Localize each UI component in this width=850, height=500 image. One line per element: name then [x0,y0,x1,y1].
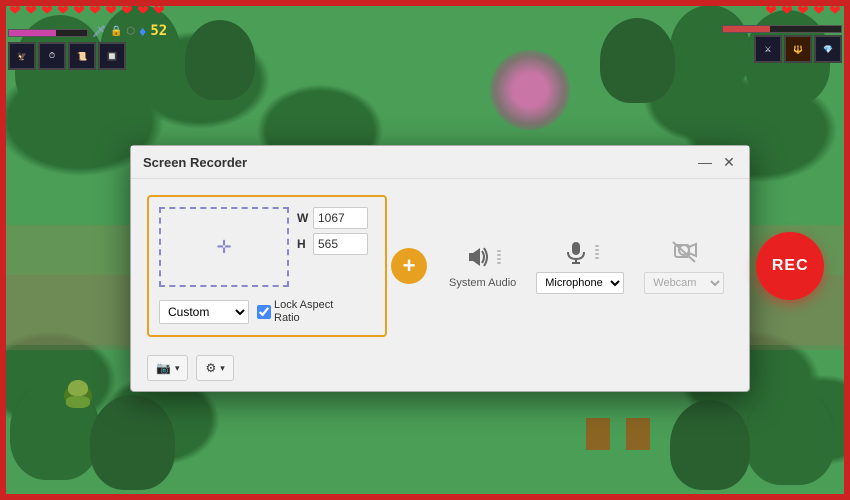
height-label: H [297,237,309,251]
lock-aspect-wrap: Lock AspectRatio [257,299,333,325]
screenshot-button[interactable]: 📷 ▾ [147,355,188,381]
height-row: H [297,233,368,255]
crosshair-icon: ✛ [216,237,231,258]
tree-1 [15,15,105,115]
preset-dropdown[interactable]: Custom Full Screen Window 1920x1080 1280… [159,300,249,324]
webcam-icon [669,238,699,266]
enemy-turtle [60,380,96,412]
webcam-section: Webcam Default None [634,238,734,294]
stump-2 [586,418,610,450]
tree-2 [100,5,180,95]
dialog-window-controls: — ✕ [697,154,737,170]
tree-5 [670,5,750,93]
boss-effect [490,50,570,130]
minimize-button[interactable]: — [697,154,713,170]
webcam-dropdown[interactable]: Webcam Default None [644,272,724,294]
tree-4 [745,10,830,105]
dialog-title: Screen Recorder [143,155,247,170]
tree-6 [600,18,675,103]
screen-preview-area[interactable]: ✛ [159,207,289,287]
system-audio-icon-row [464,243,501,271]
screenshot-chevron: ▾ [175,363,180,374]
width-label: W [297,211,309,225]
audio-sections: System Audio [439,238,734,294]
settings-button[interactable]: ⚙ ▾ [196,355,233,381]
dimension-controls: W H [297,207,368,255]
screenshot-icon: 📷 [156,361,171,375]
dialog-titlebar: Screen Recorder — ✕ [131,146,749,179]
tree-3 [185,20,255,100]
lock-aspect-checkbox[interactable] [257,305,271,319]
speaker-icon [464,243,492,271]
selector-inner: ✛ W H [159,207,375,287]
tree-8 [90,395,175,490]
lock-aspect-label: Lock AspectRatio [274,299,333,325]
screen-recorder-dialog: Screen Recorder — ✕ ✛ W H [130,145,750,392]
mic-level [595,245,599,259]
system-audio-level [497,250,501,264]
height-input[interactable] [313,233,368,255]
system-audio-label: System Audio [449,277,516,289]
width-input[interactable] [313,207,368,229]
microphone-icon [562,238,590,266]
add-source-button[interactable]: + [391,248,427,284]
tree-10 [670,400,750,490]
settings-chevron: ▾ [220,363,225,374]
preset-row: Custom Full Screen Window 1920x1080 1280… [159,299,375,325]
dialog-body: ✛ W H Custom Full Sc [131,179,749,349]
system-audio-section: System Audio [439,243,526,289]
microphone-section: Microphone Default None [526,238,634,294]
width-row: W [297,207,368,229]
stump-1 [626,418,650,450]
rec-button[interactable]: REC [756,232,824,300]
tree-7 [10,380,100,480]
microphone-dropdown[interactable]: Microphone Default None [536,272,624,294]
settings-icon: ⚙ [205,361,216,375]
close-button[interactable]: ✕ [721,154,737,170]
webcam-icon-row [669,238,699,266]
tree-9 [745,385,835,485]
dialog-footer: 📷 ▾ ⚙ ▾ [131,349,749,391]
screen-selector-panel: ✛ W H Custom Full Sc [147,195,387,337]
microphone-icon-row [562,238,599,266]
